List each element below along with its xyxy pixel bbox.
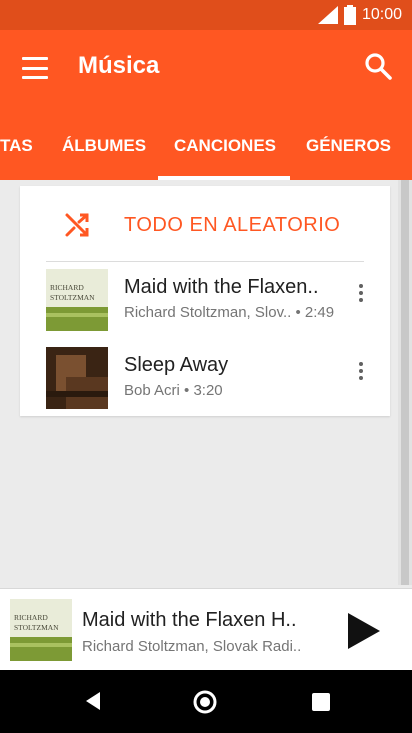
tab-canciones[interactable]: CANCIONES bbox=[174, 136, 276, 156]
tab-bar: TAS ÁLBUMES CANCIONES GÉNEROS bbox=[0, 106, 412, 180]
now-playing-art-text-1: RICHARD bbox=[14, 613, 48, 622]
more-options-icon[interactable] bbox=[354, 280, 368, 306]
play-icon[interactable] bbox=[344, 611, 384, 651]
status-time: 10:00 bbox=[361, 6, 402, 23]
tab-indicator bbox=[158, 176, 290, 180]
now-playing-art-text-2: STOLTZMAN bbox=[14, 623, 59, 632]
signal-icon bbox=[317, 6, 338, 24]
scrollbar[interactable] bbox=[401, 180, 409, 585]
tab-albumes[interactable]: ÁLBUMES bbox=[62, 136, 146, 156]
shuffle-label: TODO EN ALEATORIO bbox=[124, 214, 341, 236]
battery-icon bbox=[343, 5, 356, 25]
now-playing-subtitle: Richard Stoltzman, Slovak Radi.. bbox=[82, 638, 302, 655]
status-bar: 10:00 bbox=[0, 0, 412, 30]
status-icons: 10:00 bbox=[317, 5, 402, 25]
song-item[interactable]: RICHARD STOLTZMAN Maid with the Flaxen..… bbox=[20, 266, 390, 336]
song-title: Sleep Away bbox=[124, 354, 229, 376]
recents-icon[interactable] bbox=[312, 693, 330, 711]
now-playing-bar[interactable]: RICHARD STOLTZMAN Maid with the Flaxen H… bbox=[0, 588, 412, 670]
divider bbox=[46, 261, 364, 262]
app-bar: Música bbox=[0, 30, 412, 106]
tab-artistas[interactable]: TAS bbox=[0, 136, 33, 156]
shuffle-all-button[interactable]: TODO EN ALEATORIO bbox=[20, 186, 390, 262]
song-title: Maid with the Flaxen.. bbox=[124, 276, 319, 298]
song-item[interactable]: Sleep Away Bob Acri • 3:20 bbox=[20, 344, 390, 414]
album-art bbox=[46, 347, 108, 409]
now-playing-title: Maid with the Flaxen H.. bbox=[82, 609, 297, 631]
navigation-bar bbox=[0, 670, 412, 733]
song-subtitle: Bob Acri • 3:20 bbox=[124, 382, 223, 399]
search-icon[interactable] bbox=[362, 50, 396, 84]
menu-icon[interactable] bbox=[20, 54, 50, 82]
back-icon[interactable] bbox=[82, 690, 104, 712]
song-subtitle: Richard Stoltzman, Slov.. • 2:49 bbox=[124, 304, 335, 321]
more-options-icon[interactable] bbox=[354, 358, 368, 384]
song-list-card: TODO EN ALEATORIO RICHARD STOLTZMAN Maid… bbox=[20, 186, 390, 416]
home-icon[interactable] bbox=[192, 689, 218, 715]
album-art-text-2: STOLTZMAN bbox=[50, 293, 95, 302]
album-art: RICHARD STOLTZMAN bbox=[46, 269, 108, 331]
page-title: Música bbox=[78, 52, 160, 79]
now-playing-art: RICHARD STOLTZMAN bbox=[10, 599, 72, 661]
tab-generos[interactable]: GÉNEROS bbox=[306, 136, 391, 156]
shuffle-icon bbox=[65, 213, 89, 237]
album-art-text-1: RICHARD bbox=[50, 283, 84, 292]
